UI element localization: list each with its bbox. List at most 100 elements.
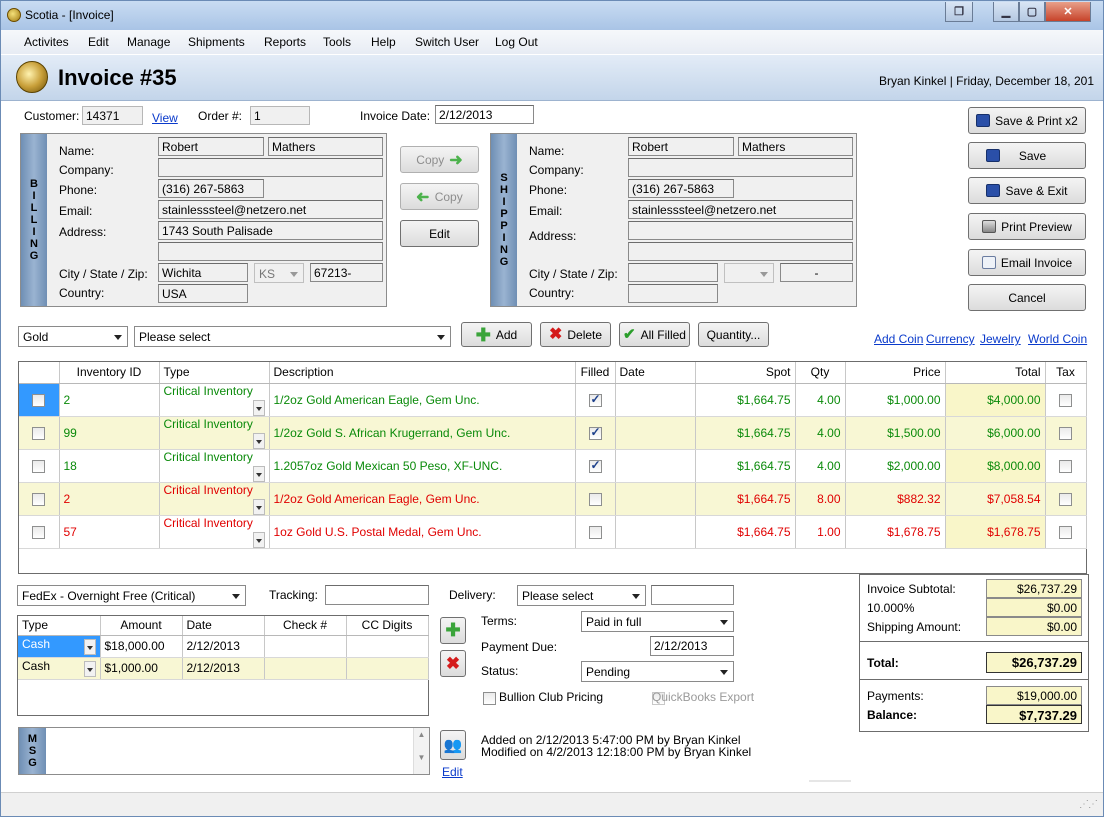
pay-col-amount[interactable]: Amount xyxy=(100,616,183,636)
chevron-down-icon[interactable] xyxy=(252,531,265,547)
order-field[interactable]: 1 xyxy=(250,106,310,125)
item-filled-cell[interactable] xyxy=(575,383,616,417)
item-filled-checkbox[interactable] xyxy=(588,425,602,440)
chevron-down-icon[interactable] xyxy=(252,432,265,448)
chevron-down-icon[interactable] xyxy=(83,661,96,677)
close-button[interactable]: ✕ xyxy=(1045,2,1091,22)
col-inventory-id[interactable]: Inventory ID xyxy=(59,362,160,384)
splitter-grip[interactable] xyxy=(809,780,851,782)
shipping-method-dropdown[interactable]: FedEx - Overnight Free (Critical) xyxy=(17,585,246,606)
item-filled-checkbox[interactable] xyxy=(588,458,602,473)
shipping-country[interactable] xyxy=(628,284,718,303)
col-price[interactable]: Price xyxy=(845,362,946,384)
item-inventory-id[interactable]: 99 xyxy=(59,416,160,450)
col-total[interactable]: Total xyxy=(945,362,1046,384)
row-select-checkbox[interactable] xyxy=(32,426,46,440)
payment-cc[interactable] xyxy=(346,635,429,658)
item-type-cell[interactable]: Critical Inventory xyxy=(159,383,270,417)
item-qty[interactable]: 4.00 xyxy=(795,449,846,483)
add-coin-link[interactable]: Add Coin xyxy=(874,332,923,346)
item-type-cell[interactable]: Critical Inventory xyxy=(159,449,270,483)
remove-payment-button[interactable]: ✖ xyxy=(440,650,466,677)
add-payment-button[interactable]: ✚ xyxy=(440,617,466,644)
maximize-button[interactable]: ▢ xyxy=(1019,2,1045,22)
audit-edit-link[interactable]: Edit xyxy=(442,765,463,779)
email-invoice-button[interactable]: Email Invoice xyxy=(968,249,1086,276)
cancel-button[interactable]: Cancel xyxy=(968,284,1086,311)
pay-col-date[interactable]: Date xyxy=(182,616,265,636)
item-filled-cell[interactable] xyxy=(575,449,616,483)
shipping-amount-value[interactable]: $0.00 xyxy=(986,617,1082,636)
item-inventory-id[interactable]: 2 xyxy=(59,383,160,417)
item-price[interactable]: $1,678.75 xyxy=(845,515,946,549)
payment-check[interactable] xyxy=(264,657,347,680)
view-customer-link[interactable]: View xyxy=(152,111,178,125)
item-tax-checkbox[interactable] xyxy=(1059,426,1072,440)
col-filled[interactable]: Filled xyxy=(575,362,616,384)
currency-link[interactable]: Currency xyxy=(926,332,975,346)
menu-switch-user[interactable]: Switch User xyxy=(415,35,479,49)
item-filled-checkbox[interactable] xyxy=(588,492,602,506)
col-description[interactable]: Description xyxy=(269,362,576,384)
item-filled-cell[interactable] xyxy=(575,416,616,450)
delivery-dropdown[interactable]: Please select xyxy=(517,585,646,606)
shipping-phone[interactable]: (316) 267-5863 xyxy=(628,179,734,198)
item-tax-cell[interactable] xyxy=(1045,515,1087,549)
shipping-state-dropdown[interactable] xyxy=(724,263,774,283)
item-spot[interactable]: $1,664.75 xyxy=(695,515,796,549)
print-preview-button[interactable]: Print Preview xyxy=(968,213,1086,240)
item-tax-checkbox[interactable] xyxy=(1059,492,1072,506)
save-print-button[interactable]: Save & Print x2 xyxy=(968,107,1086,134)
message-scrollbar[interactable]: ▲ ▼ xyxy=(413,728,429,774)
item-inventory-id[interactable]: 2 xyxy=(59,482,160,516)
jewelry-link[interactable]: Jewelry xyxy=(980,332,1021,346)
row-select-checkbox[interactable] xyxy=(32,393,46,407)
status-dropdown[interactable]: Pending xyxy=(581,661,734,682)
shipping-zip[interactable]: - xyxy=(780,263,853,282)
item-type-cell[interactable]: Critical Inventory xyxy=(159,515,270,549)
minimize-button[interactable]: ▁ xyxy=(993,2,1019,22)
shipping-email[interactable]: stainlesssteel@netzero.net xyxy=(628,200,853,219)
item-filled-cell[interactable] xyxy=(575,515,616,549)
row-select-checkbox[interactable] xyxy=(32,525,46,539)
row-select-cell[interactable] xyxy=(19,515,60,549)
col-type[interactable]: Type xyxy=(159,362,270,384)
menu-edit[interactable]: Edit xyxy=(88,35,109,49)
item-row[interactable]: 18 Critical Inventory 1.2057oz Gold Mexica… xyxy=(19,449,1087,483)
row-select-cell[interactable] xyxy=(19,416,60,450)
item-type-cell[interactable]: Critical Inventory xyxy=(159,416,270,450)
product-dropdown[interactable]: Please select xyxy=(134,326,451,347)
item-description[interactable]: 1/2oz Gold American Eagle, Gem Unc. xyxy=(269,383,576,417)
item-tax-checkbox[interactable] xyxy=(1059,525,1072,539)
menu-activites[interactable]: Activites xyxy=(24,35,69,49)
item-inventory-id[interactable]: 57 xyxy=(59,515,160,549)
row-select-cell[interactable] xyxy=(19,482,60,516)
billing-address1[interactable]: 1743 South Palisade xyxy=(158,221,383,240)
menu-log-out[interactable]: Log Out xyxy=(495,35,538,49)
item-date[interactable] xyxy=(615,449,696,483)
item-tax-cell[interactable] xyxy=(1045,416,1087,450)
shipping-address1[interactable] xyxy=(628,221,853,240)
all-filled-button[interactable]: ✔ All Filled xyxy=(619,322,690,347)
payment-row[interactable]: Cash $1,000.00 2/12/2013 xyxy=(18,657,429,680)
customer-field[interactable]: 14371 xyxy=(82,106,143,125)
item-description[interactable]: 1/2oz Gold S. African Krugerrand, Gem Un… xyxy=(269,416,576,450)
billing-state-dropdown[interactable]: KS xyxy=(254,263,304,283)
chevron-down-icon[interactable] xyxy=(252,498,265,514)
delivery-extra-field[interactable] xyxy=(651,585,734,605)
col-qty[interactable]: Qty xyxy=(795,362,846,384)
item-date[interactable] xyxy=(615,383,696,417)
col-date[interactable]: Date xyxy=(615,362,696,384)
scroll-down-icon[interactable]: ▼ xyxy=(414,753,429,762)
pay-col-type[interactable]: Type xyxy=(18,616,101,636)
col-spot[interactable]: Spot xyxy=(695,362,796,384)
row-select-cell[interactable] xyxy=(19,449,60,483)
item-spot[interactable]: $1,664.75 xyxy=(695,482,796,516)
billing-last-name[interactable]: Mathers xyxy=(268,137,383,156)
item-tax-checkbox[interactable] xyxy=(1059,393,1072,407)
copy-to-billing-button[interactable]: ➜ Copy xyxy=(400,183,479,210)
item-filled-cell[interactable] xyxy=(575,482,616,516)
item-description[interactable]: 1/2oz Gold American Eagle, Gem Unc. xyxy=(269,482,576,516)
item-date[interactable] xyxy=(615,515,696,549)
edit-address-button[interactable]: Edit xyxy=(400,220,479,247)
